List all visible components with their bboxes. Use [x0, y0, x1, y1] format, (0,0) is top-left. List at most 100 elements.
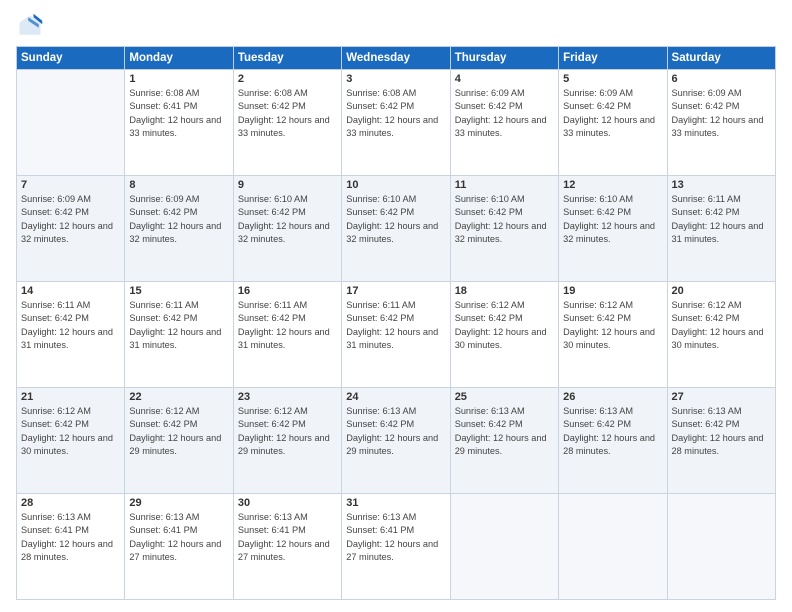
calendar-cell: 1Sunrise: 6:08 AM Sunset: 6:41 PM Daylig…	[125, 70, 233, 176]
calendar-cell: 31 Sunrise: 6:13 AM Sunset: 6:41 PM Dayli…	[342, 494, 450, 600]
cell-sun-info: Sunrise: 6:13 AM Sunset: 6:41 PM Dayligh…	[129, 511, 228, 564]
calendar-cell: 15Sunrise: 6:11 AM Sunset: 6:42 PM Dayli…	[125, 282, 233, 388]
cell-day-number: 9	[238, 179, 337, 191]
weekday-header: Sunday	[17, 47, 125, 70]
cell-sun-info: Sunrise: 6:11 AM Sunset: 6:42 PM Dayligh…	[21, 299, 120, 352]
calendar-cell: 30 Sunrise: 6:13 AM Sunset: 6:41 PM Dayli…	[233, 494, 341, 600]
calendar-cell: 28 Sunrise: 6:13 AM Sunset: 6:41 PM Dayli…	[17, 494, 125, 600]
calendar-cell: 9 Sunrise: 6:10 AM Sunset: 6:42 PM Daylig…	[233, 176, 341, 282]
cell-day-number: 21	[21, 391, 120, 403]
cell-sun-info: Sunrise: 6:10 AM Sunset: 6:42 PM Dayligh…	[346, 193, 445, 246]
calendar-cell: 18 Sunrise: 6:12 AM Sunset: 6:42 PM Dayli…	[450, 282, 558, 388]
calendar-cell: 27 Sunrise: 6:13 AM Sunset: 6:42 PM Dayli…	[667, 388, 775, 494]
cell-sun-info: Sunrise: 6:13 AM Sunset: 6:41 PM Dayligh…	[21, 511, 120, 564]
calendar-cell: 23 Sunrise: 6:12 AM Sunset: 6:42 PM Dayli…	[233, 388, 341, 494]
calendar-cell	[559, 494, 667, 600]
weekday-header: Monday	[125, 47, 233, 70]
cell-day-number: 20	[672, 285, 771, 297]
cell-sun-info: Sunrise: 6:13 AM Sunset: 6:42 PM Dayligh…	[672, 405, 771, 458]
cell-sun-info: Sunrise: 6:13 AM Sunset: 6:41 PM Dayligh…	[238, 511, 337, 564]
cell-day-number: 16	[238, 285, 337, 297]
header	[16, 12, 776, 40]
cell-sun-info: Sunrise: 6:12 AM Sunset: 6:42 PM Dayligh…	[21, 405, 120, 458]
cell-day-number: 17	[346, 285, 445, 297]
cell-sun-info: Sunrise: 6:13 AM Sunset: 6:42 PM Dayligh…	[346, 405, 445, 458]
cell-day-number: 18	[455, 285, 554, 297]
calendar-week-row: 28 Sunrise: 6:13 AM Sunset: 6:41 PM Dayli…	[17, 494, 776, 600]
cell-day-number: 27	[672, 391, 771, 403]
calendar-cell: 10 Sunrise: 6:10 AM Sunset: 6:42 PM Dayli…	[342, 176, 450, 282]
calendar-cell: 5Sunrise: 6:09 AM Sunset: 6:42 PM Daylig…	[559, 70, 667, 176]
cell-sun-info: Sunrise: 6:11 AM Sunset: 6:42 PM Dayligh…	[672, 193, 771, 246]
calendar-cell	[450, 494, 558, 600]
calendar-cell	[667, 494, 775, 600]
cell-sun-info: Sunrise: 6:13 AM Sunset: 6:42 PM Dayligh…	[455, 405, 554, 458]
calendar-week-row: 14Sunrise: 6:11 AM Sunset: 6:42 PM Dayli…	[17, 282, 776, 388]
calendar-cell: 6Sunrise: 6:09 AM Sunset: 6:42 PM Daylig…	[667, 70, 775, 176]
cell-sun-info: Sunrise: 6:09 AM Sunset: 6:42 PM Dayligh…	[455, 87, 554, 140]
calendar-cell	[17, 70, 125, 176]
cell-sun-info: Sunrise: 6:09 AM Sunset: 6:42 PM Dayligh…	[563, 87, 662, 140]
cell-sun-info: Sunrise: 6:08 AM Sunset: 6:42 PM Dayligh…	[238, 87, 337, 140]
cell-day-number: 13	[672, 179, 771, 191]
cell-day-number: 11	[455, 179, 554, 191]
cell-sun-info: Sunrise: 6:12 AM Sunset: 6:42 PM Dayligh…	[238, 405, 337, 458]
page: SundayMondayTuesdayWednesdayThursdayFrid…	[0, 0, 792, 612]
cell-day-number: 24	[346, 391, 445, 403]
cell-sun-info: Sunrise: 6:08 AM Sunset: 6:41 PM Dayligh…	[129, 87, 228, 140]
cell-day-number: 31	[346, 497, 445, 509]
cell-sun-info: Sunrise: 6:10 AM Sunset: 6:42 PM Dayligh…	[238, 193, 337, 246]
cell-day-number: 4	[455, 73, 554, 85]
calendar-cell: 13 Sunrise: 6:11 AM Sunset: 6:42 PM Dayli…	[667, 176, 775, 282]
cell-sun-info: Sunrise: 6:13 AM Sunset: 6:42 PM Dayligh…	[563, 405, 662, 458]
cell-sun-info: Sunrise: 6:11 AM Sunset: 6:42 PM Dayligh…	[238, 299, 337, 352]
cell-day-number: 12	[563, 179, 662, 191]
calendar-cell: 4 Sunrise: 6:09 AM Sunset: 6:42 PM Daylig…	[450, 70, 558, 176]
calendar-cell: 26 Sunrise: 6:13 AM Sunset: 6:42 PM Dayli…	[559, 388, 667, 494]
cell-sun-info: Sunrise: 6:12 AM Sunset: 6:42 PM Dayligh…	[563, 299, 662, 352]
cell-day-number: 8	[129, 179, 228, 191]
cell-day-number: 26	[563, 391, 662, 403]
calendar-cell: 29 Sunrise: 6:13 AM Sunset: 6:41 PM Dayli…	[125, 494, 233, 600]
cell-sun-info: Sunrise: 6:13 AM Sunset: 6:41 PM Dayligh…	[346, 511, 445, 564]
calendar-table: SundayMondayTuesdayWednesdayThursdayFrid…	[16, 46, 776, 600]
cell-day-number: 2	[238, 73, 337, 85]
cell-day-number: 29	[129, 497, 228, 509]
calendar-cell: 20Sunrise: 6:12 AM Sunset: 6:42 PM Dayli…	[667, 282, 775, 388]
calendar-week-row: 1Sunrise: 6:08 AM Sunset: 6:41 PM Daylig…	[17, 70, 776, 176]
calendar-cell: 2 Sunrise: 6:08 AM Sunset: 6:42 PM Daylig…	[233, 70, 341, 176]
calendar-cell: 19 Sunrise: 6:12 AM Sunset: 6:42 PM Dayli…	[559, 282, 667, 388]
cell-day-number: 23	[238, 391, 337, 403]
calendar-cell: 16 Sunrise: 6:11 AM Sunset: 6:42 PM Dayli…	[233, 282, 341, 388]
logo	[16, 12, 48, 40]
cell-day-number: 15	[129, 285, 228, 297]
calendar-week-row: 7 Sunrise: 6:09 AM Sunset: 6:42 PM Daylig…	[17, 176, 776, 282]
weekday-header: Friday	[559, 47, 667, 70]
cell-sun-info: Sunrise: 6:12 AM Sunset: 6:42 PM Dayligh…	[129, 405, 228, 458]
cell-day-number: 28	[21, 497, 120, 509]
calendar-header-row: SundayMondayTuesdayWednesdayThursdayFrid…	[17, 47, 776, 70]
cell-sun-info: Sunrise: 6:08 AM Sunset: 6:42 PM Dayligh…	[346, 87, 445, 140]
cell-sun-info: Sunrise: 6:10 AM Sunset: 6:42 PM Dayligh…	[455, 193, 554, 246]
cell-day-number: 3	[346, 73, 445, 85]
calendar-week-row: 21 Sunrise: 6:12 AM Sunset: 6:42 PM Dayli…	[17, 388, 776, 494]
logo-icon	[16, 12, 44, 40]
cell-sun-info: Sunrise: 6:09 AM Sunset: 6:42 PM Dayligh…	[21, 193, 120, 246]
cell-day-number: 10	[346, 179, 445, 191]
cell-day-number: 19	[563, 285, 662, 297]
calendar-cell: 17Sunrise: 6:11 AM Sunset: 6:42 PM Dayli…	[342, 282, 450, 388]
cell-day-number: 7	[21, 179, 120, 191]
cell-day-number: 25	[455, 391, 554, 403]
calendar-cell: 12 Sunrise: 6:10 AM Sunset: 6:42 PM Dayli…	[559, 176, 667, 282]
weekday-header: Wednesday	[342, 47, 450, 70]
calendar-cell: 8Sunrise: 6:09 AM Sunset: 6:42 PM Daylig…	[125, 176, 233, 282]
cell-day-number: 6	[672, 73, 771, 85]
cell-day-number: 30	[238, 497, 337, 509]
calendar-cell: 24 Sunrise: 6:13 AM Sunset: 6:42 PM Dayli…	[342, 388, 450, 494]
cell-day-number: 22	[129, 391, 228, 403]
weekday-header: Thursday	[450, 47, 558, 70]
cell-sun-info: Sunrise: 6:10 AM Sunset: 6:42 PM Dayligh…	[563, 193, 662, 246]
weekday-header: Saturday	[667, 47, 775, 70]
calendar-cell: 25 Sunrise: 6:13 AM Sunset: 6:42 PM Dayli…	[450, 388, 558, 494]
cell-sun-info: Sunrise: 6:12 AM Sunset: 6:42 PM Dayligh…	[455, 299, 554, 352]
